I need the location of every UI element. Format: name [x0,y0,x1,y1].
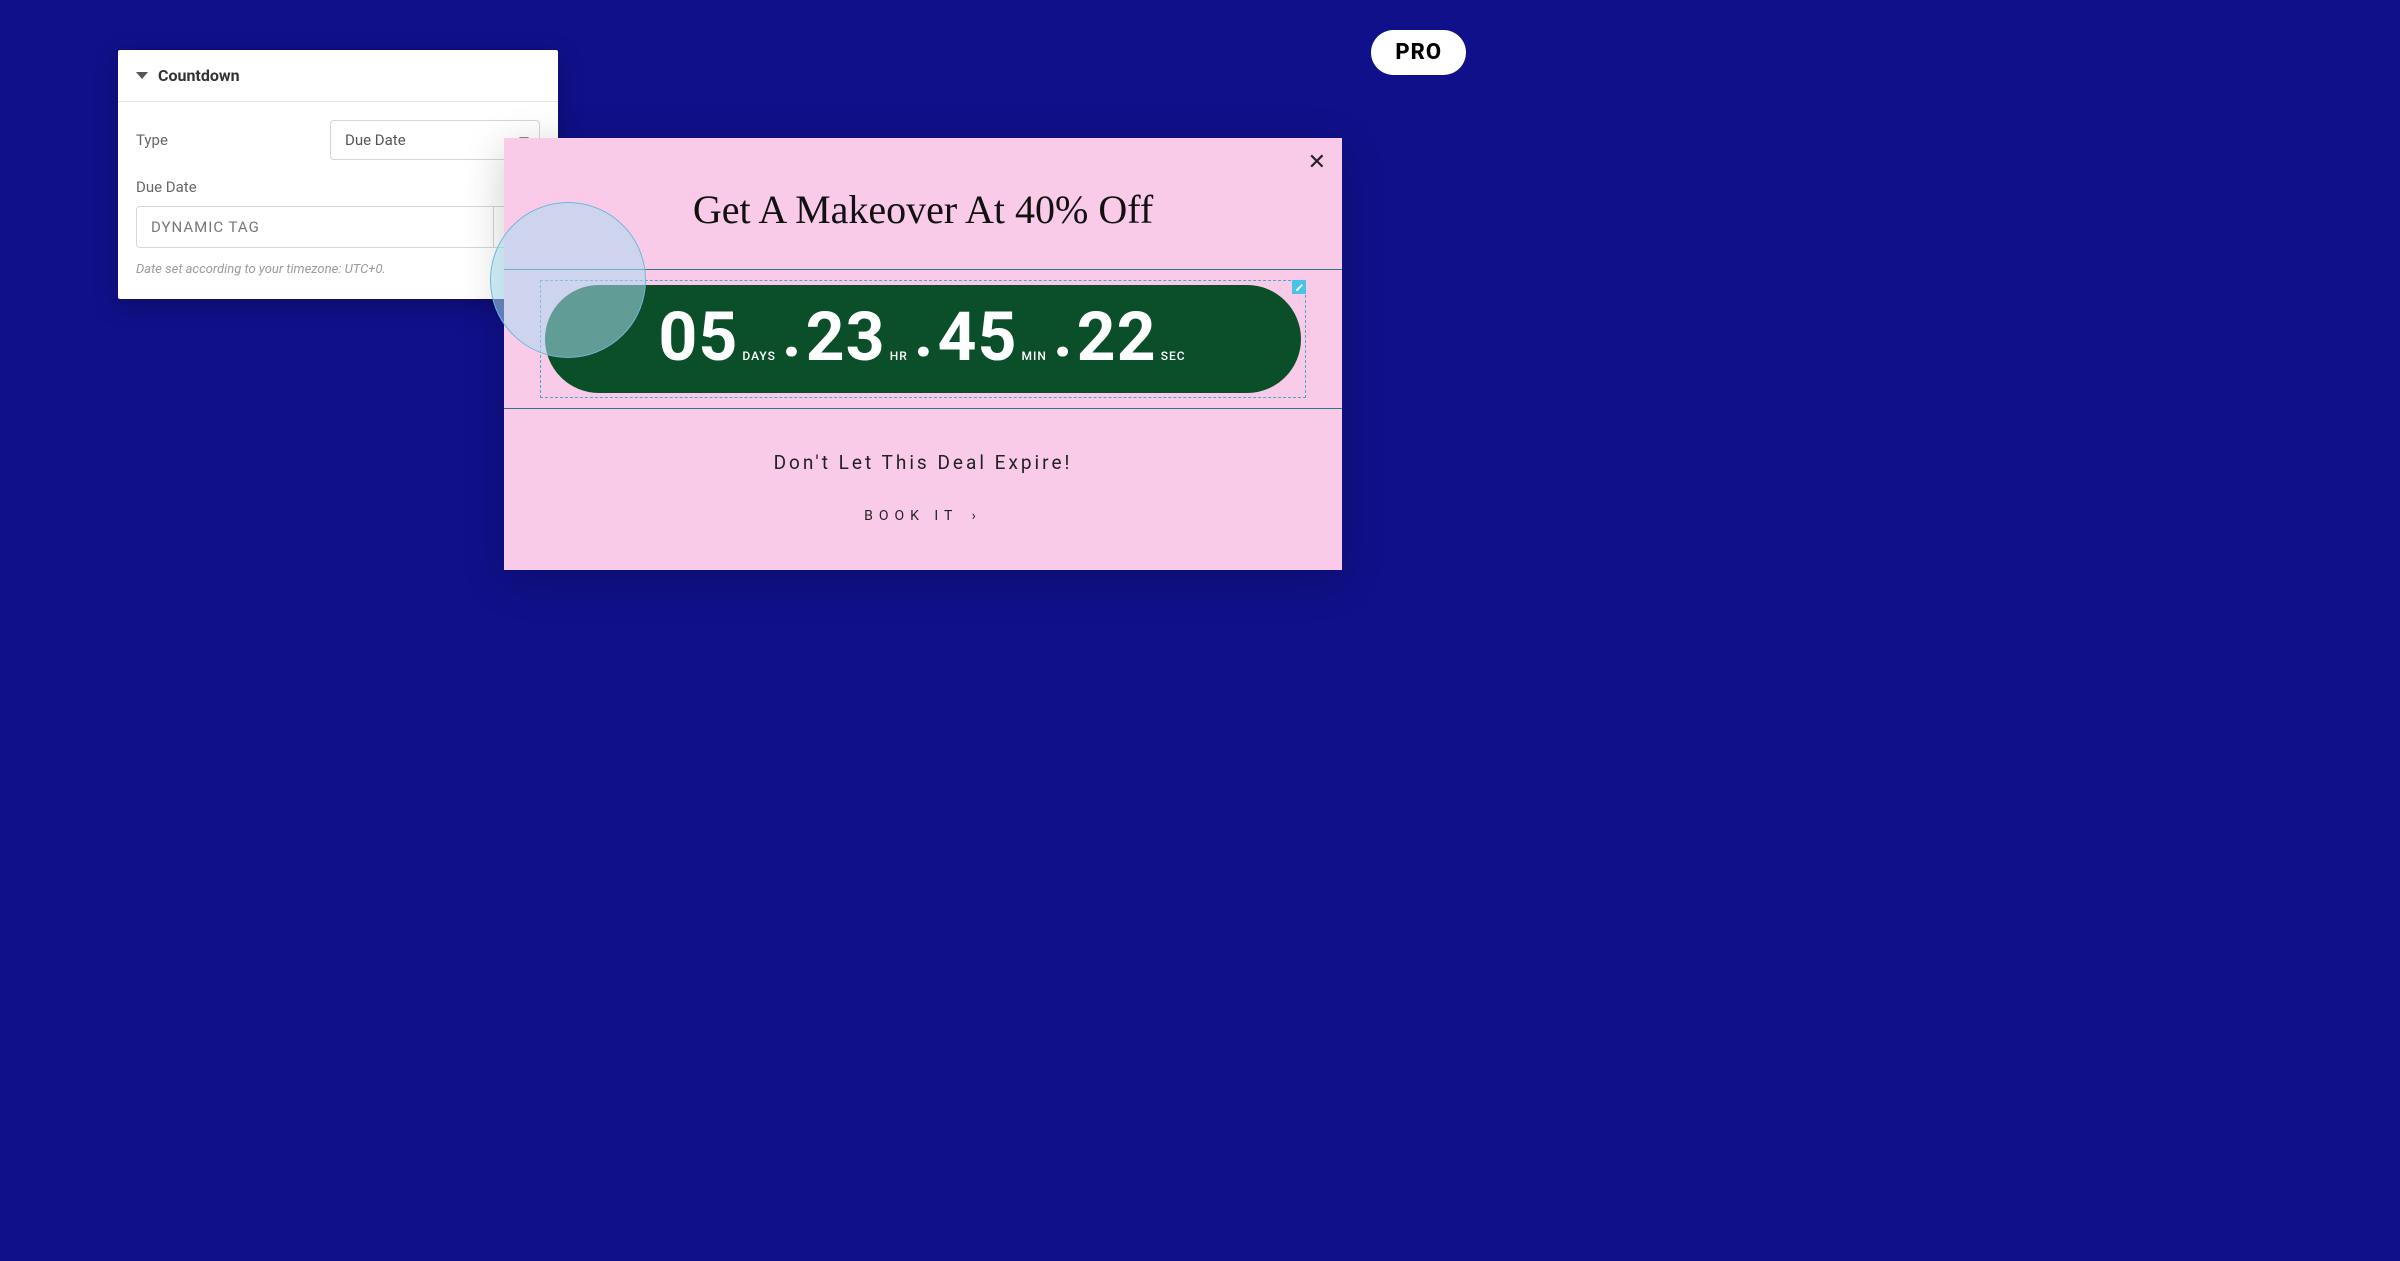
timezone-hint: Date set according to your timezone: UTC… [136,262,540,277]
book-it-button[interactable]: BOOK IT › [504,508,1342,524]
panel-header[interactable]: Countdown [118,50,558,102]
separator-dot: . [782,299,802,367]
type-row: Type Due Date [136,120,540,160]
countdown-timer: 05 DAYS . 23 HR . 45 MIN . 22 SEC [545,285,1301,393]
minutes-value: 45 [938,303,1018,371]
minutes-unit: MIN [1022,349,1047,363]
due-date-input-value: DYNAMIC TAG [151,218,260,236]
close-button[interactable]: ✕ [1308,150,1326,175]
seconds-value: 22 [1077,303,1157,371]
countdown-section: 05 DAYS . 23 HR . 45 MIN . 22 SEC [504,269,1342,409]
due-date-input[interactable]: DYNAMIC TAG [137,207,493,247]
seconds-unit: SEC [1161,349,1186,363]
type-label: Type [136,131,168,149]
type-select-value: Due Date [345,131,406,149]
due-date-label: Due Date [136,178,540,196]
popup-title: Get A Makeover At 40% Off [504,138,1342,269]
pencil-icon [1295,283,1304,292]
countdown-widget-selection[interactable]: 05 DAYS . 23 HR . 45 MIN . 22 SEC [540,280,1306,398]
pro-badge: PRO [1371,30,1466,75]
edit-widget-handle[interactable] [1292,280,1306,294]
days-unit: DAYS [742,349,776,363]
hours-unit: HR [890,349,908,363]
popup-preview: ✕ Get A Makeover At 40% Off 05 DAYS . 23… [504,138,1342,570]
countdown-settings-panel: Countdown Type Due Date Due Date DYNAMIC… [118,50,558,299]
days-value: 05 [658,303,738,371]
close-icon: ✕ [1308,150,1326,175]
separator-dot: . [1053,299,1073,367]
collapse-caret-icon [136,72,148,79]
hours-value: 23 [806,303,886,371]
popup-subhead: Don't Let This Deal Expire! [504,451,1342,474]
pro-badge-label: PRO [1395,40,1442,65]
due-date-input-group: DYNAMIC TAG [136,206,540,248]
panel-body: Type Due Date Due Date DYNAMIC TAG Date … [118,102,558,299]
cta-label: BOOK IT [864,508,958,524]
chevron-right-icon: › [972,508,982,524]
panel-title: Countdown [158,66,240,85]
separator-dot: . [914,299,934,367]
